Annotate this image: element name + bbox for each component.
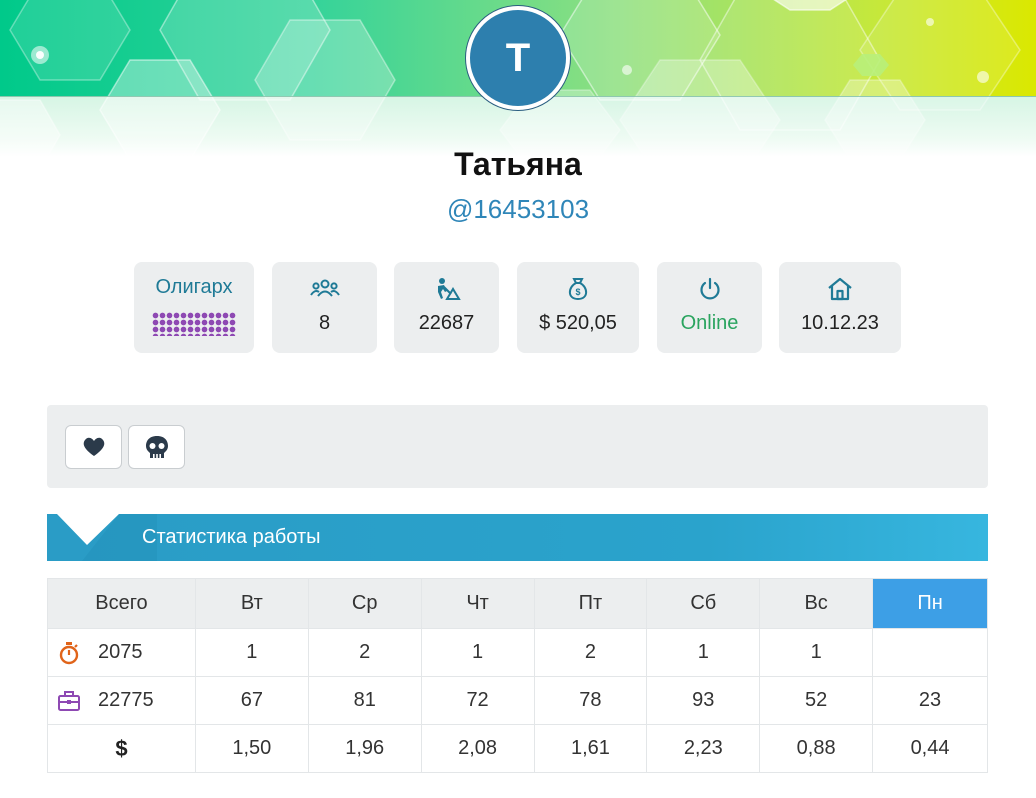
avatar-letter: T: [505, 35, 531, 80]
table-cell: 2,23: [646, 724, 761, 773]
table-cell: 2,08: [420, 724, 535, 773]
status-value: Online: [680, 312, 739, 334]
row-total: 2075: [98, 641, 143, 663]
work-card: 22687: [394, 262, 499, 353]
header-thu: Чт: [420, 578, 535, 629]
table-row: 2075 1 2 1 2 1 1: [47, 628, 988, 677]
row-total: 22775: [98, 689, 154, 711]
table-row: 22775 67 81 72 78 93 52 23: [47, 676, 988, 725]
table-cell: 1,61: [533, 724, 648, 773]
row-total-cell: 2075: [47, 628, 196, 677]
row-total-cell: 22775: [47, 676, 196, 725]
rank-card: Олигарх: [134, 262, 254, 353]
table-cell: 2: [533, 628, 648, 677]
table-cell: 0,88: [759, 724, 874, 773]
work-stats-table: Всего Вт Ср Чт Пт Сб Вс Пн 2075 1 2 1 2 …: [47, 578, 988, 773]
table-cell: 93: [646, 676, 761, 725]
table-cell: 1: [759, 628, 874, 677]
balance-card: $ $ 520,05: [517, 262, 639, 353]
skull-icon: [145, 436, 168, 458]
status-card: Online: [657, 262, 762, 353]
table-cell: 1: [646, 628, 761, 677]
header-fri: Пт: [533, 578, 648, 629]
balance-value: $ 520,05: [539, 312, 617, 334]
work-stats-header[interactable]: Статистика работы: [47, 514, 988, 561]
worker-icon: [433, 276, 461, 302]
table-cell: 81: [307, 676, 422, 725]
avatar[interactable]: T: [466, 6, 570, 110]
referrals-count: 8: [318, 312, 331, 334]
header-total: Всего: [47, 578, 196, 629]
power-icon: [698, 276, 722, 302]
table-cell: 67: [194, 676, 309, 725]
work-count: 22687: [418, 312, 475, 334]
report-button[interactable]: [128, 425, 185, 469]
table-cell: 78: [533, 676, 648, 725]
rank-dots-icon: [152, 312, 236, 336]
briefcase-icon: [58, 690, 80, 711]
stopwatch-icon: [59, 641, 79, 664]
table-row: $ 1,50 1,96 2,08 1,61 2,23 0,88 0,44: [47, 724, 988, 773]
table-cell: 1: [194, 628, 309, 677]
registered-date: 10.12.23: [801, 312, 879, 334]
svg-text:$: $: [575, 287, 580, 297]
home-icon: [827, 276, 853, 302]
referrals-card[interactable]: 8: [272, 262, 377, 353]
profile-handle: @16453103: [446, 194, 590, 224]
table-cell: 1: [420, 628, 535, 677]
header-mon-today: Пн: [872, 578, 988, 629]
table-cell: 52: [759, 676, 874, 725]
header-wed: Ср: [307, 578, 422, 629]
section-title: Статистика работы: [142, 526, 321, 548]
table-cell: 1,50: [194, 724, 309, 773]
profile-name: Татьяна: [454, 146, 582, 182]
registered-card: 10.12.23: [779, 262, 901, 353]
actions-panel: [47, 405, 988, 488]
money-bag-icon: $: [566, 276, 590, 302]
table-cell: 72: [420, 676, 535, 725]
table-header-row: Всего Вт Ср Чт Пт Сб Вс Пн: [47, 578, 988, 629]
dollar-sign: $: [47, 724, 196, 773]
users-icon: [309, 276, 340, 302]
heart-icon: [83, 437, 104, 456]
table-cell: 23: [872, 676, 988, 725]
table-cell: 1,96: [307, 724, 422, 773]
like-button[interactable]: [65, 425, 122, 469]
table-cell: 0,44: [872, 724, 988, 773]
rank-title: Олигарх: [155, 276, 233, 298]
header-tue: Вт: [194, 578, 309, 629]
table-cell: 2: [307, 628, 422, 677]
header-sat: Сб: [646, 578, 761, 629]
header-sun: Вс: [759, 578, 874, 629]
table-cell: [872, 628, 988, 677]
